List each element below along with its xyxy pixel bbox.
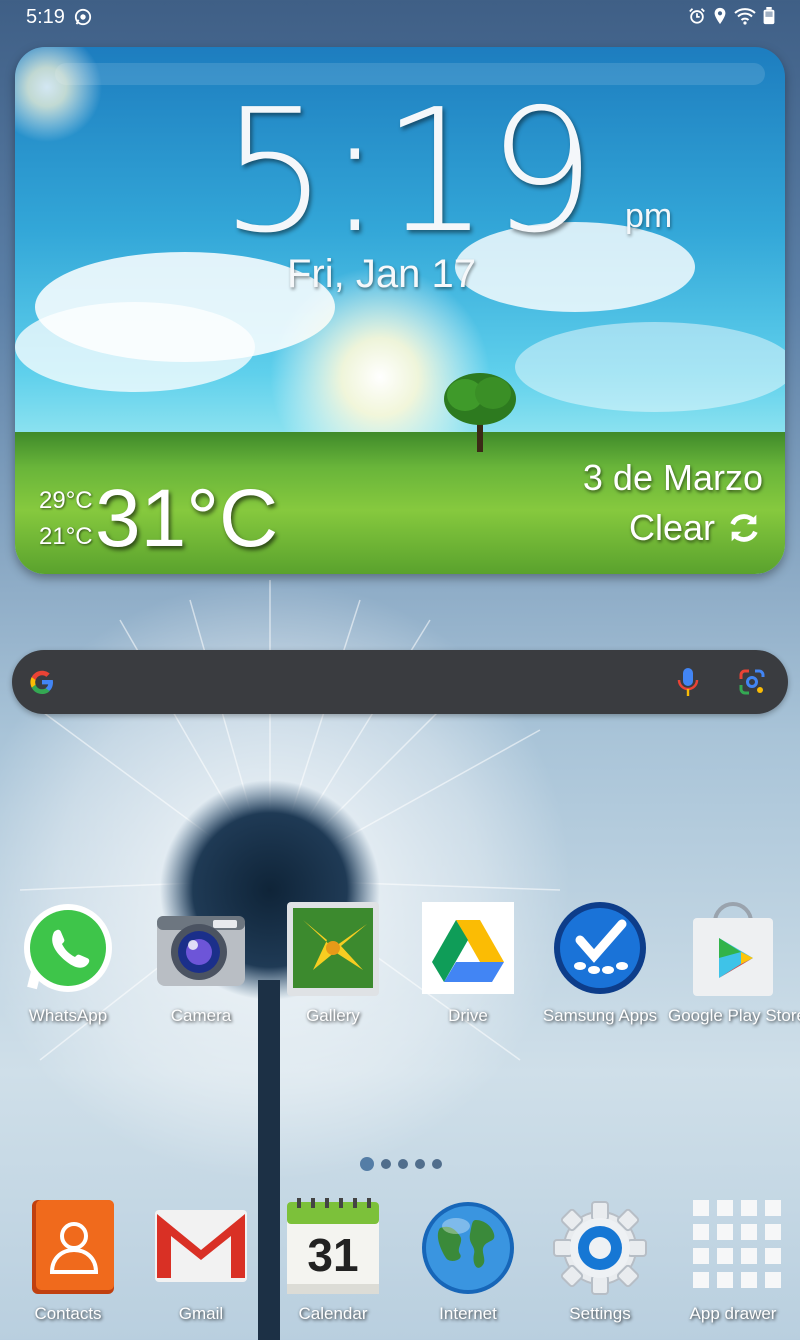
app-label: Google Play Store <box>668 1006 800 1025</box>
microphone-icon[interactable] <box>676 666 700 703</box>
app-label: Internet <box>439 1304 497 1323</box>
tree-graphic <box>444 373 516 452</box>
app-camera[interactable]: Camera <box>136 900 266 1026</box>
app-label: Gmail <box>178 1304 224 1323</box>
app-label: WhatsApp <box>28 1006 108 1025</box>
app-whatsapp[interactable]: WhatsApp <box>3 900 133 1026</box>
app-label: Camera <box>170 1006 232 1025</box>
app-label: App drawer <box>689 1304 777 1323</box>
dock-contacts[interactable]: Contacts <box>3 1198 133 1324</box>
camera-icon <box>151 900 251 1000</box>
google-lens-icon[interactable] <box>738 668 766 701</box>
dock-app-drawer[interactable]: App drawer <box>668 1198 798 1324</box>
samsung-apps-icon <box>550 900 650 1000</box>
settings-icon <box>550 1198 650 1298</box>
dock-gmail[interactable]: Gmail <box>136 1198 266 1324</box>
app-label: Contacts <box>34 1304 102 1323</box>
google-search-bar[interactable] <box>12 650 788 714</box>
weather-condition: Clear <box>628 507 715 548</box>
page-dot-4[interactable] <box>415 1159 425 1169</box>
dock-settings[interactable]: Settings <box>535 1198 665 1324</box>
calendar-icon: 31 <box>283 1198 383 1298</box>
dock-internet[interactable]: Internet <box>403 1198 533 1324</box>
google-g-icon[interactable] <box>26 666 58 703</box>
app-drawer-icon <box>683 1198 783 1298</box>
drive-icon <box>418 900 518 1000</box>
page-dot-3[interactable] <box>398 1159 408 1169</box>
play-store-icon <box>683 900 783 1000</box>
refresh-icon[interactable] <box>725 509 763 552</box>
app-label: Settings <box>569 1304 631 1323</box>
weather-clock-widget[interactable]: 5:19 pm Fri, Jan 17 29°C 21°C 31°C 3 de … <box>15 47 785 574</box>
gallery-icon <box>283 900 383 1000</box>
page-dot-5[interactable] <box>432 1159 442 1169</box>
app-label: Calendar <box>298 1304 368 1323</box>
app-google-play-store[interactable]: Google Play Store <box>668 900 800 1026</box>
app-label: Gallery <box>306 1006 360 1025</box>
app-label: Drive <box>448 1006 488 1025</box>
clock-ampm: pm <box>625 197 673 235</box>
page-indicator[interactable] <box>360 1157 442 1171</box>
clock-date: Fri, Jan 17 <box>287 252 476 296</box>
status-time: 5:19 <box>26 6 65 28</box>
page-dot-2[interactable] <box>381 1159 391 1169</box>
current-temperature: 31°C <box>95 473 279 564</box>
gmail-icon <box>151 1198 251 1298</box>
battery-icon <box>762 7 776 30</box>
temp-low: 21°C <box>39 523 93 550</box>
app-samsung-apps[interactable]: Samsung Apps <box>535 900 665 1026</box>
weather-date: 3 de Marzo <box>582 457 763 498</box>
page-dot-1[interactable] <box>360 1157 374 1171</box>
contacts-icon <box>18 1198 118 1298</box>
wifi-icon <box>734 7 756 30</box>
clock-time: 5:19 <box>220 73 596 271</box>
app-gallery[interactable]: Gallery <box>268 900 398 1026</box>
status-bar: 5:19 <box>0 0 800 34</box>
dock-calendar[interactable]: 31 Calendar <box>268 1198 398 1324</box>
app-drive[interactable]: Drive <box>403 900 533 1026</box>
whatsapp-icon <box>18 900 118 1000</box>
alarm-icon <box>688 7 706 30</box>
location-icon <box>712 7 728 30</box>
calendar-day: 31 <box>307 1229 359 1281</box>
app-label: Samsung Apps <box>542 1006 658 1025</box>
internet-icon <box>418 1198 518 1298</box>
temp-high: 29°C <box>39 487 93 514</box>
whatsapp-notification-icon <box>74 8 92 31</box>
